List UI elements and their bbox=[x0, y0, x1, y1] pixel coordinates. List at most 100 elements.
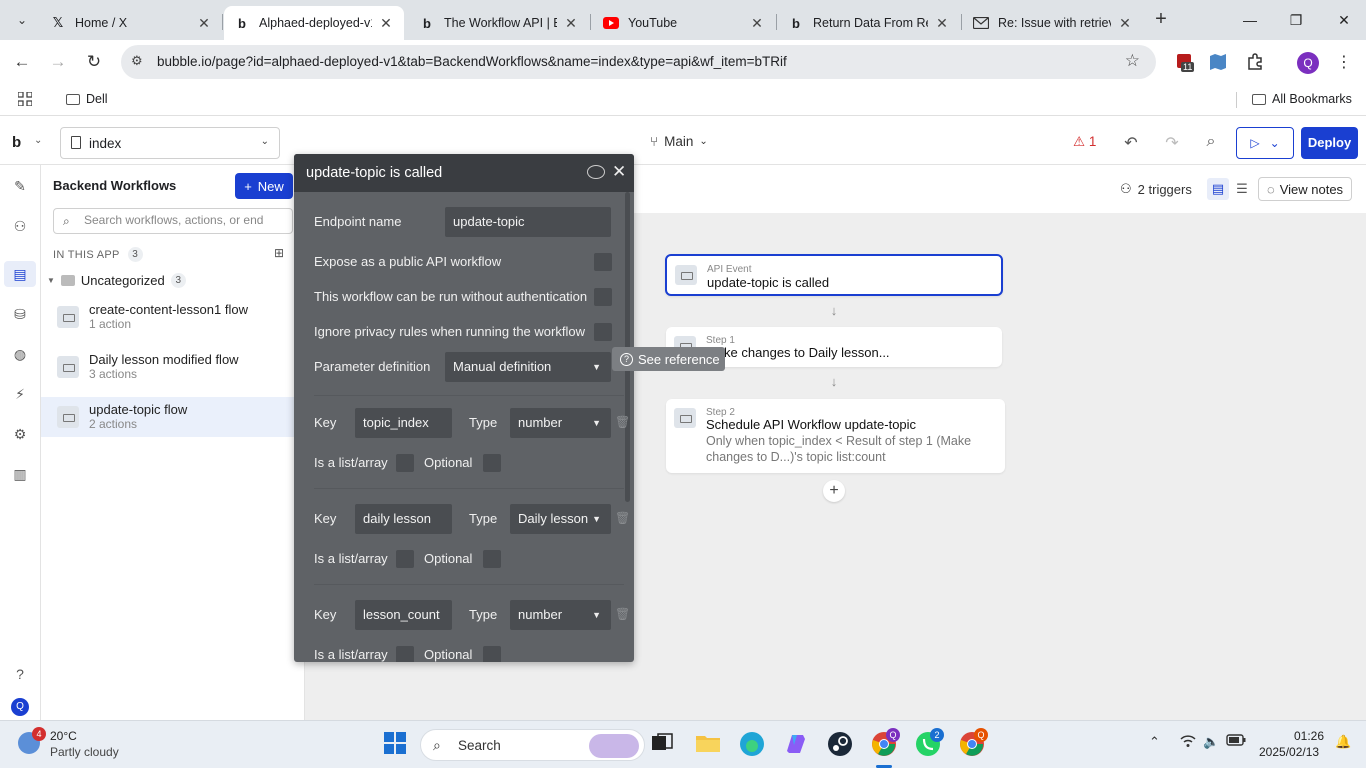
page-selector[interactable]: index ⌄ bbox=[60, 127, 280, 159]
list-array-checkbox[interactable] bbox=[396, 646, 414, 662]
param-type-dropdown[interactable]: Daily lesson ▼ bbox=[510, 504, 611, 534]
ignore-privacy-checkbox[interactable] bbox=[594, 323, 612, 341]
bookmark-folder-dell[interactable]: Dell bbox=[66, 92, 108, 106]
list-array-checkbox[interactable] bbox=[396, 454, 414, 472]
windows-start-icon[interactable] bbox=[383, 731, 409, 757]
add-step-button[interactable]: + bbox=[823, 480, 845, 502]
close-icon[interactable]: ✕ bbox=[196, 15, 212, 32]
tab-return-data[interactable]: b Return Data From Re... ✕ bbox=[778, 6, 960, 40]
address-bar[interactable]: ⚙ bubble.io/page?id=alphaed-deployed-v1&… bbox=[121, 45, 1156, 79]
close-icon[interactable]: ✕ bbox=[612, 162, 626, 182]
branch-selector[interactable]: ⑂ Main ⌄ bbox=[650, 134, 708, 149]
extension-icon[interactable]: 11 bbox=[1173, 50, 1197, 74]
user-avatar[interactable]: Q bbox=[11, 698, 29, 716]
api-event-card[interactable]: API Event update-topic is called bbox=[665, 254, 1003, 296]
list-view-icon[interactable]: ☰ bbox=[1231, 178, 1253, 200]
wifi-icon[interactable] bbox=[1180, 734, 1196, 751]
plugins-tab-icon[interactable]: ⚡ bbox=[10, 384, 30, 404]
taskbar-search[interactable]: ⌕ Search bbox=[420, 729, 645, 761]
trash-icon[interactable]: 🗑 bbox=[615, 415, 630, 429]
url-text[interactable]: bubble.io/page?id=alphaed-deployed-v1&ta… bbox=[157, 54, 787, 69]
chevron-down-icon[interactable]: ⌄ bbox=[34, 135, 42, 146]
all-bookmarks[interactable]: All Bookmarks bbox=[1252, 92, 1352, 106]
close-icon[interactable]: ✕ bbox=[1117, 15, 1133, 32]
new-tab-button[interactable]: + bbox=[1150, 8, 1172, 30]
triggers-indicator[interactable]: ⚇ 2 triggers bbox=[1120, 181, 1192, 197]
design-tab-icon[interactable]: ✎ bbox=[10, 176, 30, 196]
trash-icon[interactable]: 🗑 bbox=[615, 511, 630, 525]
workflow-item[interactable]: Daily lesson modified flow 3 actions bbox=[41, 347, 304, 387]
weather-temperature[interactable]: 20°C bbox=[50, 729, 77, 743]
settings-tab-icon[interactable]: ⚙ bbox=[10, 424, 30, 444]
forward-arrow-icon[interactable]: → bbox=[46, 50, 70, 74]
task-view-icon[interactable] bbox=[650, 731, 676, 757]
close-icon[interactable]: ✕ bbox=[563, 15, 579, 32]
site-settings-icon[interactable]: ⚙ bbox=[131, 53, 143, 69]
workflow-item-selected[interactable]: update-topic flow 2 actions bbox=[41, 397, 304, 437]
close-icon[interactable]: ✕ bbox=[378, 15, 394, 32]
bubble-logo[interactable]: b bbox=[12, 134, 21, 151]
deploy-button[interactable]: Deploy bbox=[1301, 127, 1358, 159]
collapse-triangle-icon[interactable]: ▼ bbox=[47, 276, 55, 285]
endpoint-name-input[interactable]: update-topic bbox=[445, 207, 611, 237]
map-extension-icon[interactable] bbox=[1206, 50, 1230, 74]
optional-checkbox[interactable] bbox=[483, 646, 501, 662]
step-2-card[interactable]: Step 2 Schedule API Workflow update-topi… bbox=[666, 399, 1005, 473]
bookmark-star-icon[interactable]: ☆ bbox=[1125, 51, 1140, 71]
workflow-tab-icon[interactable]: ⚇ bbox=[10, 216, 30, 236]
trash-icon[interactable]: 🗑 bbox=[615, 607, 630, 621]
battery-icon[interactable] bbox=[1226, 734, 1246, 749]
param-key-input[interactable]: daily lesson bbox=[355, 504, 452, 534]
volume-icon[interactable]: 🔈 bbox=[1203, 734, 1219, 750]
backend-workflows-tab-icon[interactable]: ▤ bbox=[4, 261, 36, 287]
expose-public-checkbox[interactable] bbox=[594, 253, 612, 271]
tab-home-x[interactable]: 𝕏 Home / X ✕ bbox=[40, 6, 222, 40]
minimize-icon[interactable]: — bbox=[1238, 8, 1262, 32]
workflow-search-input[interactable] bbox=[84, 213, 289, 227]
param-key-input[interactable]: lesson_count bbox=[355, 600, 452, 630]
no-auth-checkbox[interactable] bbox=[594, 288, 612, 306]
redo-icon[interactable]: ↷ bbox=[1162, 133, 1182, 153]
tab-workflow-api-docs[interactable]: b The Workflow API | Bubble Docs ✕ bbox=[409, 6, 589, 40]
tab-bubble-editor[interactable]: b Alphaed-deployed-v1 | Bubble Editor ✕ bbox=[224, 6, 404, 40]
back-arrow-icon[interactable]: ← bbox=[10, 50, 34, 74]
folder-uncategorized[interactable]: ▼ Uncategorized 3 bbox=[47, 273, 186, 288]
notifications-icon[interactable]: 🔔 bbox=[1335, 734, 1351, 750]
optional-checkbox[interactable] bbox=[483, 454, 501, 472]
styles-tab-icon[interactable]: ◍ bbox=[10, 344, 30, 364]
add-folder-icon[interactable]: ⊞ bbox=[274, 246, 284, 260]
workflow-item[interactable]: create-content-lesson1 flow 1 action bbox=[41, 297, 304, 337]
close-icon[interactable]: ✕ bbox=[749, 15, 765, 32]
restore-icon[interactable]: ❐ bbox=[1284, 8, 1308, 32]
profile-avatar[interactable]: Q bbox=[1297, 52, 1319, 74]
logs-tab-icon[interactable]: ▥ bbox=[10, 464, 30, 484]
help-icon[interactable]: ? bbox=[10, 664, 30, 684]
preview-button[interactable]: ▷ ⌄ bbox=[1236, 127, 1294, 159]
param-type-dropdown[interactable]: number ▼ bbox=[510, 600, 611, 630]
comment-icon[interactable] bbox=[587, 165, 605, 179]
undo-icon[interactable]: ↶ bbox=[1121, 133, 1141, 153]
issues-indicator[interactable]: ⚠ 1 bbox=[1073, 134, 1096, 150]
data-tab-icon[interactable]: ⛁ bbox=[10, 304, 30, 324]
reload-icon[interactable]: ↻ bbox=[82, 50, 106, 74]
optional-checkbox[interactable] bbox=[483, 550, 501, 568]
steam-icon[interactable] bbox=[827, 731, 853, 757]
parameter-definition-dropdown[interactable]: Manual definition ▼ bbox=[445, 352, 611, 382]
list-array-checkbox[interactable] bbox=[396, 550, 414, 568]
file-explorer-icon[interactable] bbox=[695, 731, 721, 757]
clock-date[interactable]: 2025/02/13 bbox=[1259, 745, 1319, 759]
chrome-menu-icon[interactable]: ⋮ bbox=[1332, 50, 1356, 74]
extensions-puzzle-icon[interactable] bbox=[1243, 50, 1267, 74]
tab-youtube[interactable]: YouTube ✕ bbox=[593, 6, 775, 40]
see-reference-button[interactable]: ? See reference bbox=[612, 347, 725, 371]
search-icon[interactable]: ⌕ bbox=[1201, 133, 1221, 151]
edge-icon[interactable] bbox=[739, 731, 765, 757]
window-close-icon[interactable]: ✕ bbox=[1332, 8, 1356, 32]
card-view-icon[interactable]: ▤ bbox=[1207, 178, 1229, 200]
tab-search-icon[interactable]: ⌄ bbox=[10, 8, 34, 32]
close-icon[interactable]: ✕ bbox=[934, 15, 950, 32]
tab-gmail[interactable]: Re: Issue with retrievi... ✕ bbox=[963, 6, 1143, 40]
clock-time[interactable]: 01:26 bbox=[1294, 729, 1324, 743]
param-key-input[interactable]: topic_index bbox=[355, 408, 452, 438]
new-workflow-button[interactable]: + New bbox=[235, 173, 293, 199]
